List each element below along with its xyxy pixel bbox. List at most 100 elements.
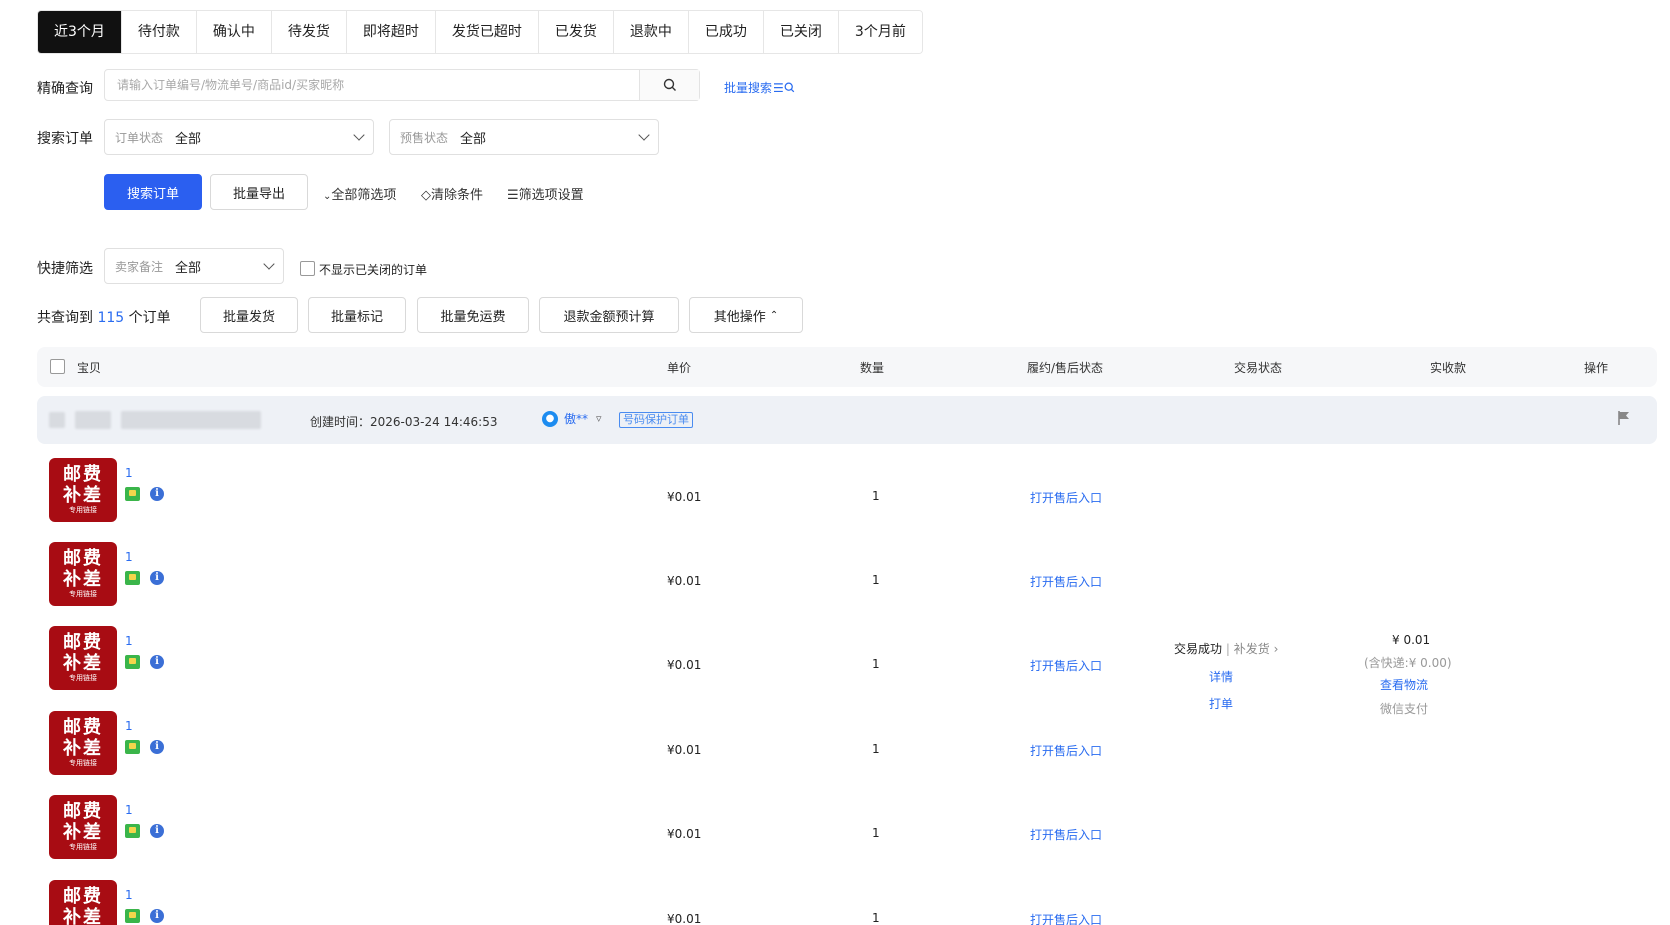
col-after-sale: 履约/售后状态 (1027, 361, 1104, 375)
unit-price: ¥0.01 (667, 912, 702, 925)
flag-svg (1618, 411, 1629, 425)
clear-conditions-button[interactable]: ◇清除条件 (421, 184, 483, 203)
order-number-blurred (121, 411, 261, 429)
quick-filter-label: 快捷筛选 (37, 261, 93, 277)
tab-0[interactable]: 近3个月 (38, 11, 121, 53)
tab-8[interactable]: 已成功 (687, 11, 763, 53)
info-icon[interactable]: i (150, 740, 164, 754)
info-icon[interactable]: i (150, 571, 164, 585)
item-link[interactable]: 1 (125, 888, 133, 902)
reship-link[interactable]: 补发货 (1234, 642, 1270, 656)
eraser-icon: ◇ (421, 188, 431, 203)
tab-10[interactable]: 3个月前 (837, 11, 922, 53)
chevron-down-icon (263, 258, 275, 270)
seller-note-select[interactable]: 卖家备注 全部 (104, 248, 284, 284)
batch-free-shipping-button[interactable]: 批量免运费 (417, 297, 529, 333)
order-status-label: 订单状态 (115, 130, 164, 145)
unit-price: ¥0.01 (667, 658, 702, 672)
precise-search-label: 精确查询 (37, 81, 93, 97)
menu-icon: ☰ (773, 80, 784, 95)
batch-mark-button[interactable]: 批量标记 (308, 297, 406, 333)
tab-2[interactable]: 确认中 (195, 11, 271, 53)
search-icon-button[interactable] (639, 70, 699, 100)
tab-9[interactable]: 已关闭 (762, 11, 838, 53)
product-thumbnail[interactable]: 邮费补差专用链接 (49, 626, 117, 690)
hide-closed-checkbox[interactable] (300, 261, 315, 276)
product-thumbnail[interactable]: 邮费补差专用链接 (49, 795, 117, 859)
select-all-checkbox[interactable] (50, 359, 65, 374)
other-actions-button[interactable]: 其他操作 ⌃ (689, 297, 803, 333)
summary-suffix: 个订单 (128, 310, 171, 326)
refund-calc-button[interactable]: 退款金额预计算 (539, 297, 679, 333)
open-after-sale-link[interactable]: 打开售后入口 (1030, 826, 1102, 843)
product-badge-icon (125, 655, 140, 669)
tab-6[interactable]: 已发货 (537, 11, 613, 53)
product-thumbnail[interactable]: 邮费补差专用链接 (49, 458, 117, 522)
product-badge-icon (125, 909, 140, 923)
info-icon[interactable]: i (150, 487, 164, 501)
unit-price: ¥0.01 (667, 743, 702, 757)
buyer-info[interactable]: ● 傲** ▿ (542, 410, 602, 427)
product-badge-icon (125, 740, 140, 754)
search-orders-button[interactable]: 搜索订单 (104, 174, 202, 210)
seller-note-value: 全部 (175, 260, 202, 276)
unit-price: ¥0.01 (667, 574, 702, 588)
quantity: 1 (872, 573, 880, 587)
thumb-sub: 专用链接 (69, 674, 97, 682)
thumb-line1: 邮费 (63, 632, 103, 653)
all-filters-label: 全部筛选项 (331, 188, 397, 203)
item-link[interactable]: 1 (125, 550, 133, 564)
tab-3[interactable]: 待发货 (270, 11, 346, 53)
open-after-sale-link[interactable]: 打开售后入口 (1030, 911, 1102, 925)
created-time: 2026-03-24 14:46:53 (370, 415, 498, 429)
table-row: 邮费补差专用链接 1 i ¥0.01 1 打开售后入口 (37, 874, 1657, 925)
thumb-line1: 邮费 (63, 464, 103, 485)
presale-status-label: 预售状态 (400, 130, 449, 145)
product-thumbnail[interactable]: 邮费补差专用链接 (49, 711, 117, 775)
batch-ship-button[interactable]: 批量发货 (200, 297, 298, 333)
unit-price: ¥0.01 (667, 827, 702, 841)
trade-status-text: 交易成功 (1174, 642, 1223, 656)
item-link[interactable]: 1 (125, 634, 133, 648)
thumb-line2: 补差 (63, 569, 103, 590)
item-link[interactable]: 1 (125, 719, 133, 733)
search-input[interactable] (105, 70, 639, 100)
info-icon[interactable]: i (150, 824, 164, 838)
tab-5[interactable]: 发货已超时 (434, 11, 538, 53)
open-after-sale-link[interactable]: 打开售后入口 (1030, 489, 1102, 506)
tab-4[interactable]: 即将超时 (345, 11, 435, 53)
presale-status-select[interactable]: 预售状态 全部 (389, 119, 659, 155)
open-after-sale-link[interactable]: 打开售后入口 (1030, 657, 1102, 674)
item-link[interactable]: 1 (125, 803, 133, 817)
order-status-select[interactable]: 订单状态 全部 (104, 119, 374, 155)
item-link[interactable]: 1 (125, 466, 133, 480)
product-thumbnail[interactable]: 邮费补差专用链接 (49, 542, 117, 606)
other-actions-label: 其他操作 (713, 309, 766, 325)
divider: | (1225, 642, 1230, 656)
info-icon[interactable]: i (150, 655, 164, 669)
tab-1[interactable]: 待付款 (120, 11, 196, 53)
order-header: 创建时间：2026-03-24 14:46:53 ● 傲** ▿ 号码保护订单 (37, 396, 1657, 444)
all-filters-toggle[interactable]: ⌄全部筛选项 (323, 184, 396, 203)
flag-icon[interactable] (1617, 410, 1631, 430)
batch-search-link[interactable]: 批量搜索 ☰ (724, 79, 795, 96)
order-created-time: 创建时间：2026-03-24 14:46:53 (310, 413, 497, 430)
tab-7[interactable]: 退款中 (612, 11, 688, 53)
thumb-line1: 邮费 (63, 886, 103, 907)
chevron-down-icon (353, 129, 365, 141)
info-icon[interactable]: i (150, 909, 164, 923)
quantity: 1 (872, 826, 880, 840)
open-after-sale-link[interactable]: 打开售后入口 (1030, 742, 1102, 759)
filter-settings-button[interactable]: ☰筛选项设置 (507, 184, 584, 203)
print-order-link[interactable]: 打单 (1209, 695, 1233, 712)
presale-status-value: 全部 (460, 131, 487, 147)
shipping-fee-note: (含快递:¥ 0.00) (1364, 656, 1452, 670)
trade-status: 交易成功 | 补发货 › (1174, 640, 1278, 657)
detail-link[interactable]: 详情 (1209, 668, 1233, 685)
batch-export-button[interactable]: 批量导出 (210, 174, 308, 210)
open-after-sale-link[interactable]: 打开售后入口 (1030, 573, 1102, 590)
product-thumbnail[interactable]: 邮费补差专用链接 (49, 880, 117, 925)
product-badge-icon (125, 571, 140, 585)
thumb-sub: 专用链接 (69, 759, 97, 767)
view-logistics-link[interactable]: 查看物流 (1380, 676, 1428, 693)
